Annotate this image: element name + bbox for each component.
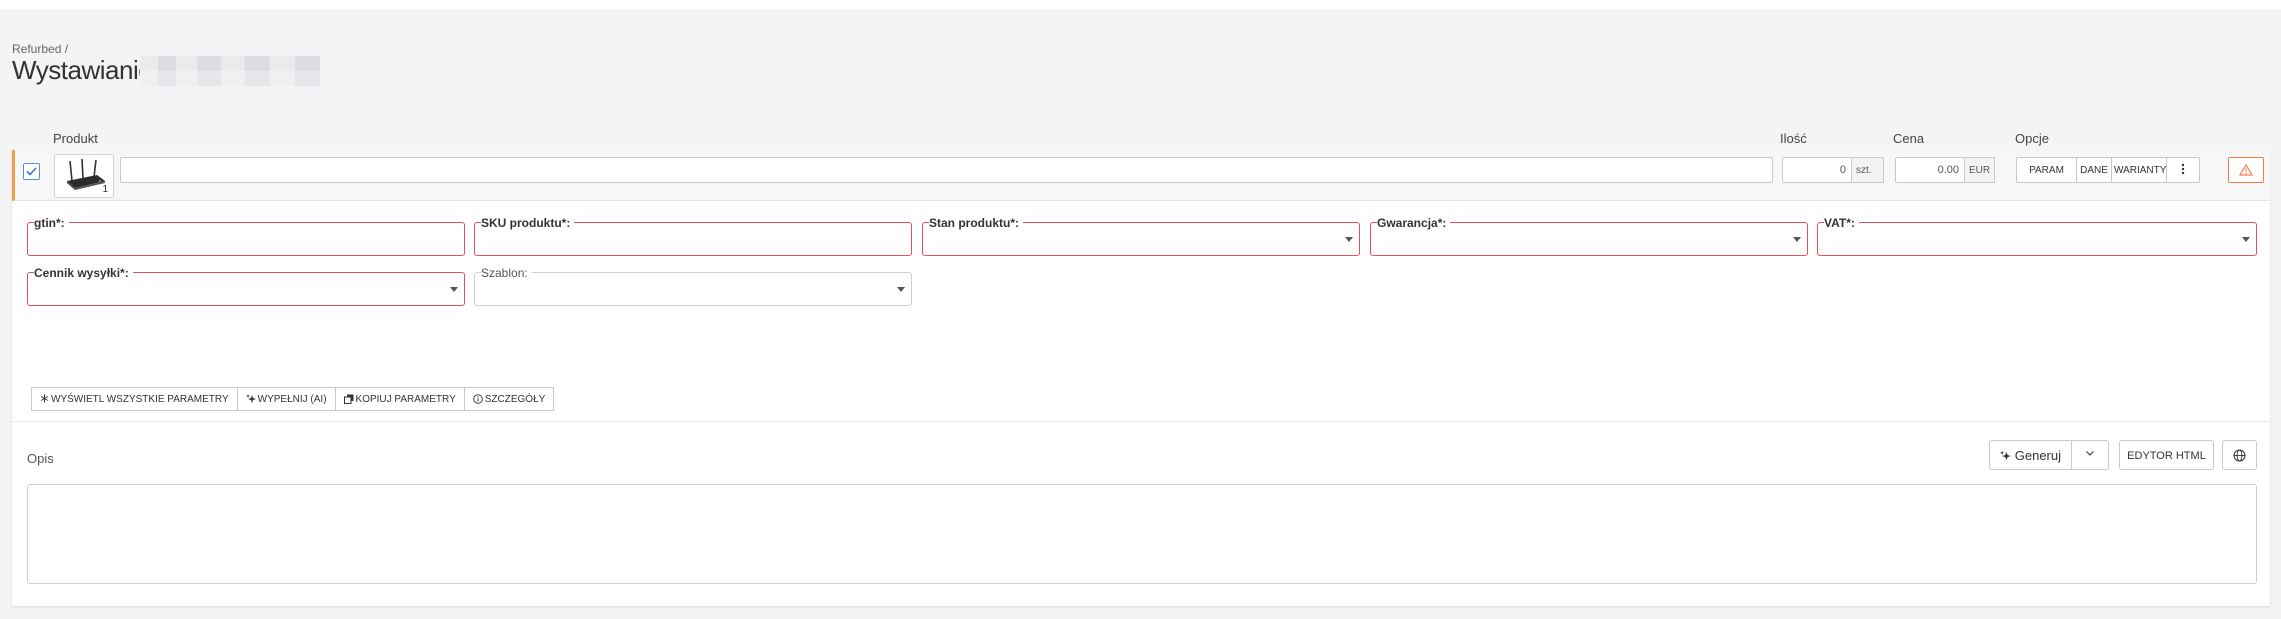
more-options-button[interactable] (2167, 157, 2200, 183)
vertical-dots-icon (2181, 163, 2185, 175)
breadcrumb[interactable]: Refurbed / (12, 42, 68, 56)
check-icon (26, 167, 37, 176)
language-button[interactable] (2222, 440, 2257, 470)
gwarancja-label: Gwarancja*: (1377, 216, 1451, 230)
parameter-actions: WYŚWIETL WSZYSTKIE PARAMETRY WYPEŁNIJ (A… (31, 387, 555, 411)
description-textarea[interactable] (27, 484, 2257, 584)
redacted-title-part (140, 56, 320, 86)
page-title: Wystawianie (12, 55, 153, 85)
generate-button-group: Generuj (1989, 440, 2109, 470)
stan-select[interactable]: Stan produktu*: (922, 216, 1360, 256)
column-header-product: Produkt (53, 131, 98, 146)
section-divider (12, 421, 2270, 422)
generate-button[interactable]: Generuj (1989, 440, 2072, 470)
chevron-down-icon (2086, 451, 2094, 456)
gwarancja-select[interactable]: Gwarancja*: (1370, 216, 1808, 256)
copy-icon (343, 394, 354, 404)
page: Refurbed / Wystawianie Produkt Ilość Cen… (0, 9, 2281, 619)
info-icon (472, 394, 483, 404)
vat-select[interactable]: VAT*: (1817, 216, 2257, 256)
warning-button[interactable] (2228, 157, 2264, 183)
gtin-label: gtin*: (34, 216, 69, 230)
globe-icon (2233, 449, 2246, 461)
caret-down-icon (1345, 237, 1353, 242)
szablon-label: Szablon: (481, 266, 532, 280)
column-header-price: Cena (1893, 131, 1925, 146)
copy-parameters-button[interactable]: KOPIUJ PARAMETRY (335, 387, 465, 411)
fill-ai-label: WYPEŁNIJ (AI) (257, 394, 327, 405)
show-all-parameters-button[interactable]: WYŚWIETL WSZYSTKIE PARAMETRY (31, 387, 238, 411)
dane-button[interactable]: DANE (2077, 157, 2112, 183)
details-label: SZCZEGÓŁY (484, 394, 546, 405)
gtin-input[interactable] (27, 222, 465, 256)
warning-triangle-icon (2239, 164, 2253, 176)
szablon-input[interactable] (474, 272, 912, 306)
param-button[interactable]: PARAM (2016, 157, 2077, 183)
description-label: Opis (27, 451, 54, 466)
generate-label: Generuj (2014, 448, 2061, 463)
copy-parameters-label: KOPIUJ PARAMETRY (355, 394, 456, 405)
stan-label: Stan produktu*: (929, 216, 1023, 230)
fill-ai-button[interactable]: WYPEŁNIJ (AI) (237, 387, 336, 411)
column-header-options: Opcje (2015, 131, 2049, 146)
cennik-label: Cennik wysyłki*: (34, 266, 133, 280)
sku-label: SKU produktu*: (481, 216, 575, 230)
sku-field[interactable]: SKU produktu*: (474, 216, 912, 256)
details-button[interactable]: SZCZEGÓŁY (464, 387, 555, 411)
gtin-field[interactable]: gtin*: (27, 216, 465, 256)
quantity-unit: szt. (1852, 157, 1884, 183)
cennik-select[interactable]: Cennik wysyłki*: (27, 266, 465, 306)
product-checkbox[interactable] (23, 163, 40, 180)
column-header-quantity: Ilość (1780, 131, 1807, 146)
options-button-group: PARAM DANE WARIANTY (2016, 157, 2200, 183)
product-row: 1 0 szt. 0.00 EUR PARAM DANE WARIANTY (12, 150, 2270, 201)
caret-down-icon (450, 287, 458, 292)
image-count: 1 (102, 184, 108, 195)
html-editor-button[interactable]: EDYTOR HTML (2119, 440, 2214, 470)
caret-down-icon (897, 287, 905, 292)
caret-down-icon (1793, 237, 1801, 242)
szablon-select[interactable]: Szablon: (474, 266, 912, 306)
product-name-input[interactable] (120, 157, 1773, 183)
show-all-parameters-label: WYŚWIETL WSZYSTKIE PARAMETRY (51, 394, 229, 405)
product-card: 1 0 szt. 0.00 EUR PARAM DANE WARIANTY gt… (12, 150, 2270, 606)
vat-label: VAT*: (1824, 216, 1859, 230)
product-thumbnail[interactable]: 1 (54, 154, 114, 198)
warianty-button[interactable]: WARIANTY (2112, 157, 2167, 183)
caret-down-icon (2242, 237, 2250, 242)
generate-dropdown-button[interactable] (2072, 440, 2109, 470)
price-input[interactable]: 0.00 (1895, 157, 1965, 183)
currency-label: EUR (1965, 157, 1995, 183)
quantity-input[interactable]: 0 (1782, 157, 1852, 183)
vat-input[interactable] (1817, 222, 2257, 256)
sparkle-icon (245, 394, 256, 403)
asterisk-icon (40, 394, 49, 403)
sparkle-icon (2000, 450, 2011, 461)
